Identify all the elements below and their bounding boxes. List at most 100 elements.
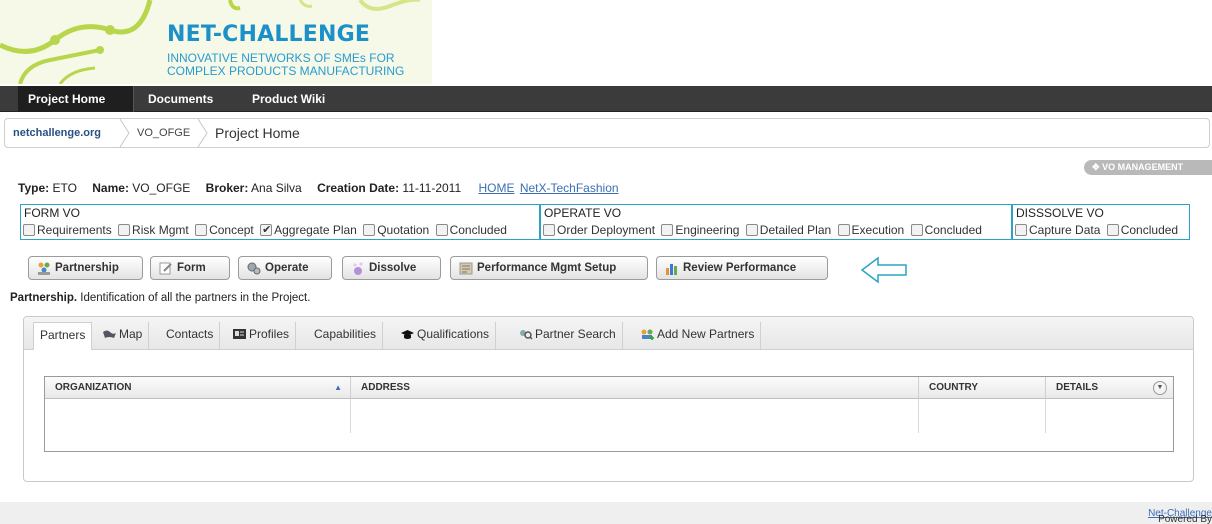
performance-setup-icon (459, 262, 473, 275)
checkbox[interactable] (837, 224, 850, 236)
tab-label: Qualifications (417, 327, 490, 341)
footer-text: Powered By Net-Challenge (1148, 508, 1212, 524)
description-text: Identification of all the partners in th… (77, 292, 311, 304)
performance-mgmt-setup-button[interactable]: Performance Mgmt Setup (450, 256, 648, 280)
button-label: Performance Mgmt Setup (477, 262, 617, 274)
breadcrumb-vo-link[interactable]: VO_OFGE (137, 119, 190, 147)
step-execution[interactable]: Execution (837, 223, 905, 237)
logo-subtitle: INNOVATIVE NETWORKS OF SMEs FOR COMPLEX … (167, 52, 404, 78)
checkbox[interactable] (1015, 224, 1027, 236)
column-header-address[interactable]: ADDRESS (351, 377, 919, 399)
button-label: Operate (265, 262, 309, 274)
breadcrumb: netchallenge.org VO_OFGE Project Home (4, 118, 1210, 148)
main-navigation: Project Home Documents Product Wiki (0, 86, 1212, 112)
step-detailed-plan[interactable]: Detailed Plan (745, 223, 831, 237)
column-header-details[interactable]: DETAILS ▼ (1046, 377, 1173, 399)
breadcrumb-root-link[interactable]: netchallenge.org (13, 119, 101, 147)
column-label: COUNTRY (929, 382, 979, 393)
breadcrumb-separator-icon (197, 119, 208, 147)
step-risk-mgmt[interactable]: Risk Mgmt (118, 223, 189, 237)
tab-capabilities[interactable]: Capabilities (308, 322, 384, 350)
table-column-address (351, 399, 919, 433)
phase-steps: Order Deployment Engineering Detailed Pl… (543, 223, 985, 239)
column-menu-dropdown-icon[interactable]: ▼ (1153, 381, 1167, 395)
step-engineering[interactable]: Engineering (661, 223, 739, 237)
checkbox[interactable] (195, 224, 208, 236)
form-icon (159, 262, 172, 275)
checkbox[interactable] (435, 224, 448, 236)
step-order-deployment[interactable]: Order Deployment (543, 223, 655, 237)
vo-management-label: VO MANAGEMENT (1102, 162, 1184, 172)
step-concluded[interactable]: Concluded (910, 223, 982, 237)
step-concept[interactable]: Concept (195, 223, 254, 237)
button-label: Dissolve (369, 262, 417, 274)
partnership-button[interactable]: Partnership (28, 256, 143, 280)
footer-prefix: Powered By (1158, 514, 1212, 524)
step-concluded[interactable]: Concluded (435, 223, 507, 237)
tab-label: Partner Search (535, 327, 616, 341)
nav-project-home[interactable]: Project Home (18, 86, 134, 112)
form-button[interactable]: Form (150, 256, 230, 280)
dissolve-button[interactable]: Dissolve (342, 256, 441, 280)
checkbox[interactable] (745, 224, 758, 236)
vo-management-button[interactable]: ✥ VO MANAGEMENT (1084, 160, 1212, 175)
page-footer: Powered By Net-Challenge (0, 502, 1212, 524)
dissolve-vo-phase: DISSSOLVE VO Capture Data Concluded (1012, 204, 1190, 240)
table-header: ORGANIZATION ▲ ADDRESS COUNTRY DETAILS ▼ (45, 377, 1173, 399)
tab-qualifications[interactable]: Qualifications (394, 322, 497, 350)
phase-steps: Capture Data Concluded (1015, 223, 1181, 239)
description-title: Partnership. (10, 292, 78, 304)
tab-label: Map (119, 327, 143, 341)
step-quotation[interactable]: Quotation (363, 223, 429, 237)
section-description: Partnership. Identification of all the p… (10, 292, 310, 304)
breadcrumb-current: Project Home (215, 125, 300, 141)
review-performance-button[interactable]: Review Performance (656, 256, 828, 280)
profile-card-icon (233, 329, 246, 339)
type-label: Type: (18, 181, 50, 195)
step-label: Execution (851, 223, 905, 237)
checkbox[interactable] (1106, 224, 1119, 236)
nav-product-wiki[interactable]: Product Wiki (242, 86, 335, 112)
tab-bar: Partners Map Contacts Profiles Capabilit… (24, 317, 1193, 350)
network-link[interactable]: NetX-TechFashion (520, 181, 619, 195)
tab-map[interactable]: Map (96, 322, 150, 350)
checkbox[interactable] (363, 224, 376, 236)
partner-search-icon (520, 330, 533, 340)
step-label: Capture Data (1029, 223, 1101, 237)
button-label: Review Performance (683, 262, 797, 274)
column-label: DETAILS (1056, 382, 1099, 393)
map-icon (103, 330, 116, 338)
add-partners-icon (641, 329, 654, 340)
step-capture-data[interactable]: Capture Data (1015, 223, 1100, 237)
tab-partners[interactable]: Partners (33, 322, 93, 350)
home-link[interactable]: HOME (478, 181, 514, 195)
tab-label: Contacts (166, 327, 214, 341)
checkbox[interactable] (543, 224, 555, 236)
form-vo-phase: FORM VO Requirements Risk Mgmt Concept A… (20, 204, 540, 240)
phase-steps: Requirements Risk Mgmt Concept Aggregate… (23, 223, 510, 239)
checkbox[interactable] (23, 224, 35, 236)
nav-documents[interactable]: Documents (138, 86, 223, 112)
column-header-country[interactable]: COUNTRY (919, 377, 1046, 399)
tab-profiles[interactable]: Profiles (226, 322, 297, 350)
checkbox-checked[interactable] (260, 223, 273, 236)
tab-contacts[interactable]: Contacts (160, 322, 221, 350)
column-label: ORGANIZATION (55, 382, 132, 393)
phase-title: DISSSOLVE VO (1016, 206, 1104, 220)
checkbox[interactable] (118, 224, 131, 236)
step-aggregate-plan[interactable]: Aggregate Plan (260, 223, 357, 237)
tab-partner-search[interactable]: Partner Search (512, 322, 623, 350)
tab-label: Add New Partners (657, 327, 755, 341)
step-label: Concept (209, 223, 254, 237)
step-concluded[interactable]: Concluded (1106, 223, 1178, 237)
checkbox[interactable] (661, 224, 674, 236)
checkbox[interactable] (910, 224, 923, 236)
broker-value: Ana Silva (251, 181, 302, 195)
step-requirements[interactable]: Requirements (23, 223, 112, 237)
page-header: NET-CHALLENGE INNOVATIVE NETWORKS OF SME… (0, 0, 1212, 84)
column-header-organization[interactable]: ORGANIZATION ▲ (45, 377, 351, 399)
step-label: Risk Mgmt (132, 223, 189, 237)
operate-button[interactable]: Operate (238, 256, 332, 280)
tab-add-new-partners[interactable]: Add New Partners (634, 322, 762, 350)
tab-label: Capabilities (314, 327, 377, 341)
